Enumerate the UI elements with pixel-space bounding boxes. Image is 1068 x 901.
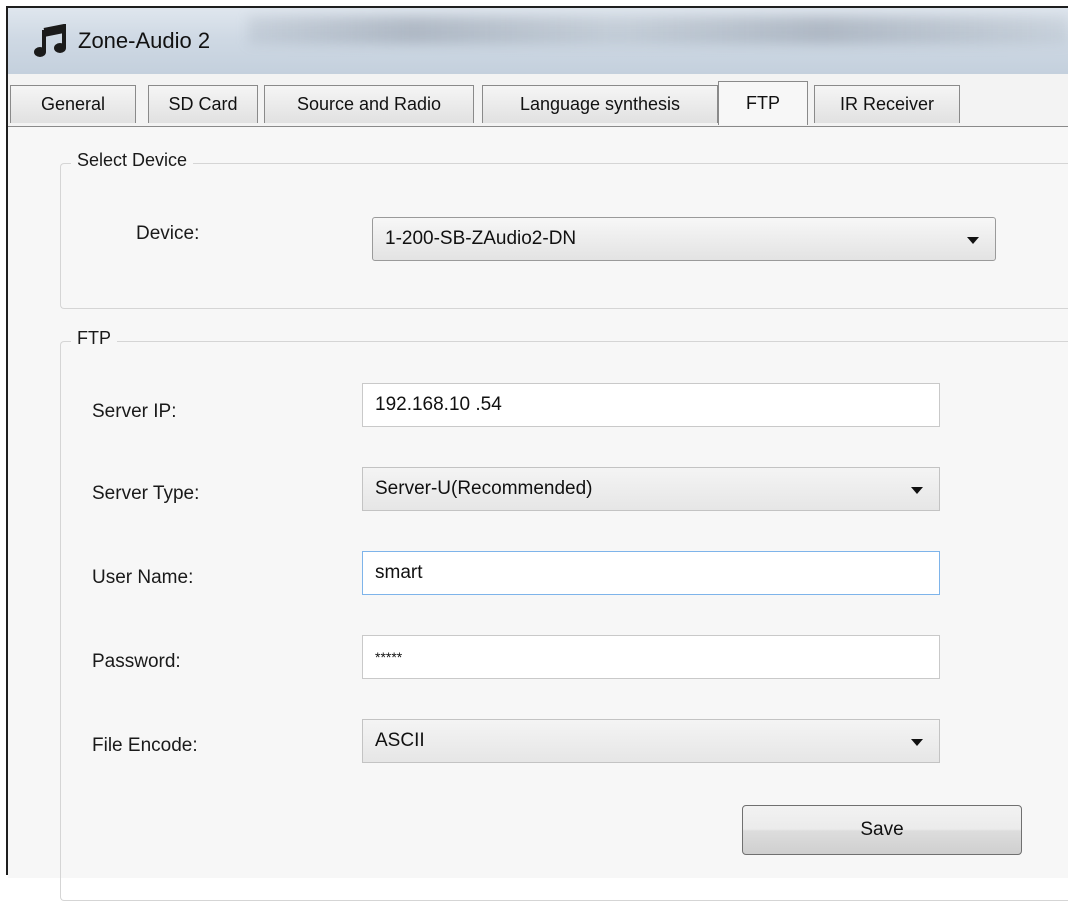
music-note-icon — [34, 23, 68, 58]
save-button[interactable]: Save — [742, 805, 1022, 855]
user-name-label: User Name: — [92, 567, 194, 588]
server-ip-field[interactable]: 192.168.10 .54 — [362, 383, 940, 427]
title-bar[interactable]: Zone-Audio 2 — [8, 8, 1068, 74]
chevron-down-icon — [911, 487, 923, 494]
chevron-down-icon — [911, 739, 923, 746]
server-type-value: Server-U(Recommended) — [375, 478, 593, 499]
tab-ftp[interactable]: FTP — [718, 81, 808, 125]
file-encode-dropdown[interactable]: ASCII — [362, 719, 940, 763]
password-field[interactable]: ***** — [362, 635, 940, 679]
tab-general[interactable]: General — [10, 85, 136, 123]
tab-bar: General SD Card Source and Radio Languag… — [8, 78, 1068, 126]
device-dropdown-value: 1-200-SB-ZAudio2-DN — [385, 228, 577, 249]
tab-ir-receiver[interactable]: IR Receiver — [814, 85, 960, 123]
tab-language-synthesis[interactable]: Language synthesis — [482, 85, 718, 123]
server-type-dropdown[interactable]: Server-U(Recommended) — [362, 467, 940, 511]
device-label: Device: — [136, 223, 200, 244]
file-encode-value: ASCII — [375, 730, 425, 751]
chevron-down-icon — [967, 237, 979, 244]
server-type-label: Server Type: — [92, 483, 200, 504]
app-window: Zone-Audio 2 General SD Card Source and … — [6, 6, 1068, 901]
window-title: Zone-Audio 2 — [78, 28, 211, 53]
user-name-field[interactable]: smart — [362, 551, 940, 595]
tab-sd-card[interactable]: SD Card — [148, 85, 258, 123]
file-encode-label: File Encode: — [92, 735, 198, 756]
ftp-legend: FTP — [71, 328, 117, 349]
server-ip-label: Server IP: — [92, 401, 177, 422]
blurred-title-region — [248, 16, 1068, 44]
device-dropdown[interactable]: 1-200-SB-ZAudio2-DN — [372, 217, 996, 261]
tab-source-and-radio[interactable]: Source and Radio — [264, 85, 474, 123]
ftp-tab-panel: Select Device Device: 1-200-SB-ZAudio2-D… — [8, 126, 1068, 901]
password-label: Password: — [92, 651, 181, 672]
select-device-legend: Select Device — [71, 150, 194, 171]
